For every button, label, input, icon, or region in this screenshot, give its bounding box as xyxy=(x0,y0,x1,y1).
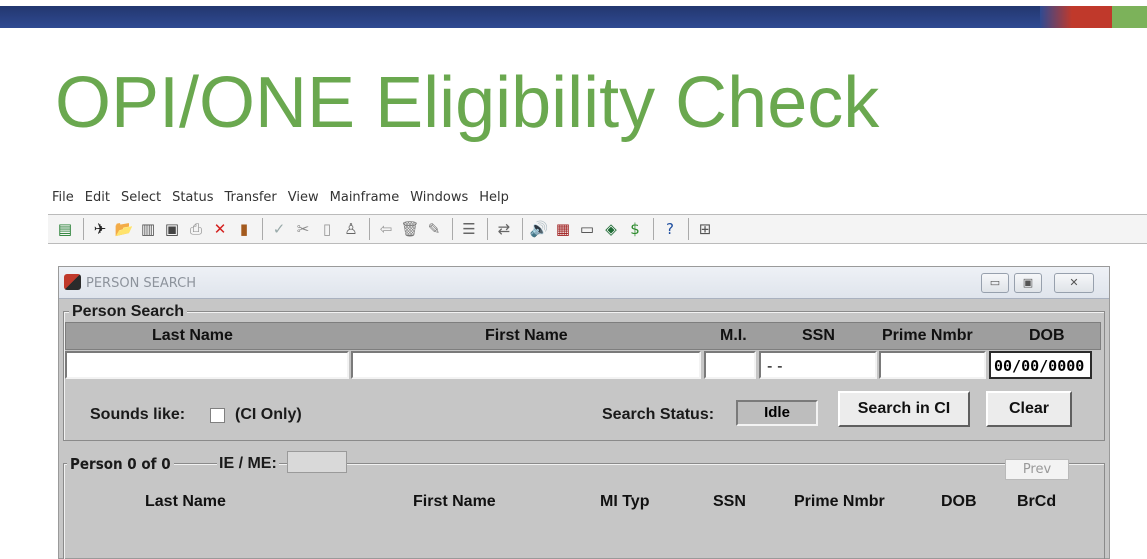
search-status-label: Search Status: xyxy=(602,406,715,423)
close-button[interactable]: ✕ xyxy=(1054,273,1094,293)
window-titlebar: PERSON SEARCH ▭ ▣ ✕ xyxy=(59,267,1109,299)
menu-file[interactable]: File xyxy=(48,186,81,212)
back-icon[interactable]: ⇦ xyxy=(375,218,397,240)
col-first-name: First Name xyxy=(485,327,568,344)
menu-mainframe[interactable]: Mainframe xyxy=(326,186,407,212)
results-group xyxy=(63,463,1105,559)
menu-help[interactable]: Help xyxy=(475,186,516,212)
menu-windows[interactable]: Windows xyxy=(406,186,475,212)
search-in-ci-button[interactable]: Search in CI xyxy=(838,391,970,427)
exit-door-icon[interactable]: ▮ xyxy=(233,218,255,240)
toolbar-separator xyxy=(522,218,523,240)
person-search-group-label: Person Search xyxy=(69,303,188,321)
col-dob: DOB xyxy=(1029,327,1065,344)
res-col-prime-nmbr: Prime Nmbr xyxy=(794,493,885,510)
help-icon[interactable]: ? xyxy=(659,218,681,240)
toolbar-separator xyxy=(262,218,263,240)
res-col-brcd: BrCd xyxy=(1017,493,1057,510)
search-header-row: Last Name First Name M.I. SSN Prime Nmbr… xyxy=(65,322,1101,350)
book-icon[interactable]: ▭ xyxy=(576,218,598,240)
person-count-label: Person 0 of 0 xyxy=(67,455,174,473)
green-book-icon[interactable]: ◈ xyxy=(600,218,622,240)
prev-button[interactable]: Prev xyxy=(1005,459,1069,480)
speaker-icon[interactable]: 🔊 xyxy=(528,218,550,240)
toolbar-separator xyxy=(369,218,370,240)
res-col-dob: DOB xyxy=(941,493,977,510)
sounds-like-label: Sounds like: xyxy=(90,406,186,423)
ci-only-label: (CI Only) xyxy=(235,406,302,423)
cut-icon[interactable]: ✂ xyxy=(292,218,314,240)
menu-select[interactable]: Select xyxy=(117,186,168,212)
menu-status[interactable]: Status xyxy=(168,186,220,212)
res-col-first-name: First Name xyxy=(413,493,496,510)
application: File Edit Select Status Transfer View Ma… xyxy=(48,186,1147,559)
col-last-name: Last Name xyxy=(152,327,233,344)
maximize-button[interactable]: ▣ xyxy=(1014,273,1042,293)
res-col-mi-typ: MI Typ xyxy=(600,493,650,510)
app-logo-icon xyxy=(64,274,81,290)
band-green-stripe xyxy=(1112,6,1147,28)
col-ssn: SSN xyxy=(802,327,835,344)
minimize-button[interactable]: ▭ xyxy=(981,273,1009,293)
slide-top-band xyxy=(0,0,1147,30)
sounds-like-checkbox[interactable] xyxy=(210,408,225,423)
res-col-ssn: SSN xyxy=(713,493,746,510)
copy-icon[interactable]: ▯ xyxy=(316,218,338,240)
save-session-icon[interactable]: ▥ xyxy=(137,218,159,240)
slide-title: OPI/ONE Eligibility Check xyxy=(55,63,880,143)
person-search-window: PERSON SEARCH ▭ ▣ ✕ Person Search Last N… xyxy=(58,266,1110,559)
col-prime-nmbr: Prime Nmbr xyxy=(882,327,973,344)
toolbar-separator xyxy=(487,218,488,240)
transfer-icon[interactable]: ⇄ xyxy=(493,218,515,240)
stack-icon[interactable]: ☰ xyxy=(458,218,480,240)
clear-button[interactable]: Clear xyxy=(986,391,1072,427)
ssn-input[interactable]: - - xyxy=(759,351,877,379)
search-status-value: Idle xyxy=(736,400,818,426)
print-icon[interactable]: ⎙ xyxy=(185,218,207,240)
open-folder-icon[interactable]: 📂 xyxy=(113,218,135,240)
res-col-last-name: Last Name xyxy=(145,493,226,510)
network-icon[interactable]: ⊞ xyxy=(694,218,716,240)
dob-input[interactable]: 00/00/0000 xyxy=(989,351,1092,379)
menu-bar: File Edit Select Status Transfer View Ma… xyxy=(48,186,516,212)
band-red-stripe xyxy=(1040,6,1120,28)
window-title: PERSON SEARCH xyxy=(86,276,197,291)
check-icon[interactable]: ✓ xyxy=(268,218,290,240)
paste-icon[interactable]: ♙ xyxy=(340,218,362,240)
toolbar-separator xyxy=(452,218,453,240)
prime-nmbr-input[interactable] xyxy=(879,351,986,379)
first-name-input[interactable] xyxy=(351,351,701,379)
trash-icon[interactable]: 🗑 xyxy=(399,218,421,240)
grid-icon[interactable]: ▦ xyxy=(552,218,574,240)
menu-view[interactable]: View xyxy=(284,186,326,212)
dollar-icon[interactable]: $ xyxy=(624,218,646,240)
toolbar-separator xyxy=(688,218,689,240)
col-mi: M.I. xyxy=(720,327,747,344)
menu-transfer[interactable]: Transfer xyxy=(221,186,284,212)
ie-me-value xyxy=(287,451,347,473)
toolbar-separator xyxy=(653,218,654,240)
toolbar: ▤ ✈ 📂 ▥ ▣ ⎙ ✕ ▮ ✓ ✂ ▯ ♙ ⇦ 🗑 ✎ ☰ ⇄ 🔊 ▦ ▭ ◈ $? ⊞ xyxy=(48,214,1147,244)
menu-edit[interactable]: Edit xyxy=(81,186,117,212)
ie-me-label: IE / ME: xyxy=(217,455,279,473)
toolbar-separator xyxy=(83,218,84,240)
last-name-input[interactable] xyxy=(65,351,349,379)
mi-input[interactable] xyxy=(704,351,756,379)
band-blue-stripe xyxy=(0,6,1075,28)
floppy-icon[interactable]: ▣ xyxy=(161,218,183,240)
close-red-x-icon[interactable]: ✕ xyxy=(209,218,231,240)
pencil-icon[interactable]: ✎ xyxy=(423,218,445,240)
terminal-icon[interactable]: ▤ xyxy=(54,218,76,240)
runner-icon[interactable]: ✈ xyxy=(89,218,111,240)
